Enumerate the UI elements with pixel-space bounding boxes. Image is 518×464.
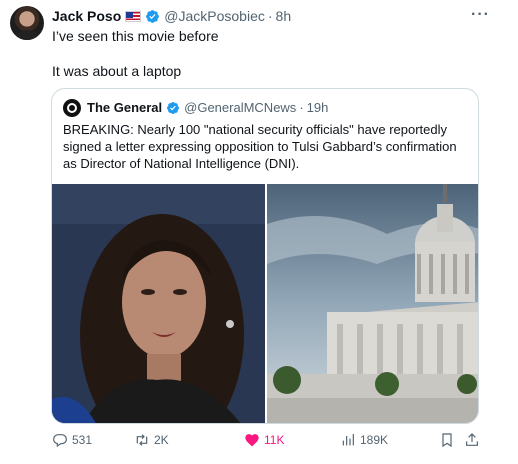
repost-count: 2K [154, 433, 169, 447]
quote-header: The General @GeneralMCNews · 19h [87, 100, 328, 115]
views-count: 189K [360, 433, 389, 447]
tweet-text-line-2: It was about a laptop [52, 63, 182, 79]
tweet-card[interactable]: Jack Poso @JackPosobiec · 8h ··· I’ve se… [0, 0, 518, 464]
separator-dot: · [267, 8, 273, 24]
action-bar: 531 2K 11K 189K [48, 432, 488, 454]
share-icon [466, 433, 478, 446]
bookmark-button[interactable] [439, 432, 459, 448]
views-chart-icon [342, 434, 354, 446]
quote-avatar[interactable] [63, 99, 81, 117]
tweet-text-line-1: I’ve seen this movie before [52, 28, 219, 44]
reply-icon [53, 434, 67, 448]
reply-button[interactable]: 531 [52, 432, 92, 448]
tweet-header: Jack Poso @JackPosobiec · 8h [52, 7, 291, 25]
quote-text: BREAKING: Nearly 100 "national security … [63, 122, 457, 171]
capitol-photo-illustration [267, 184, 478, 423]
quote-media[interactable] [52, 184, 478, 423]
bookmark-icon [442, 433, 452, 448]
portrait-photo[interactable] [52, 184, 265, 423]
share-button[interactable] [464, 432, 484, 448]
views-button[interactable]: 189K [340, 432, 388, 448]
repost-button[interactable]: 2K [134, 432, 169, 448]
reply-count: 531 [72, 433, 93, 447]
timestamp[interactable]: 8h [276, 8, 292, 24]
like-count: 11K [264, 433, 285, 447]
quoted-tweet[interactable]: The General @GeneralMCNews · 19h BREAKIN… [51, 88, 479, 424]
avatar[interactable] [10, 6, 44, 40]
quote-timestamp[interactable]: 19h [307, 100, 329, 115]
like-button[interactable]: 11K [244, 432, 284, 448]
quote-author-name[interactable]: The General [87, 100, 162, 115]
quote-author-handle[interactable]: @GeneralMCNews [184, 100, 296, 115]
capitol-photo[interactable] [267, 184, 478, 423]
more-options-icon[interactable]: ··· [471, 6, 490, 24]
separator-dot: · [299, 100, 304, 115]
heart-icon [245, 434, 259, 447]
author-handle[interactable]: @JackPosobiec [164, 8, 265, 24]
verified-badge-icon [146, 9, 160, 23]
us-flag-icon [125, 10, 142, 22]
author-name[interactable]: Jack Poso [52, 8, 121, 24]
verified-badge-icon [167, 101, 180, 114]
repost-icon [136, 434, 148, 446]
portrait-photo-illustration [52, 184, 265, 423]
